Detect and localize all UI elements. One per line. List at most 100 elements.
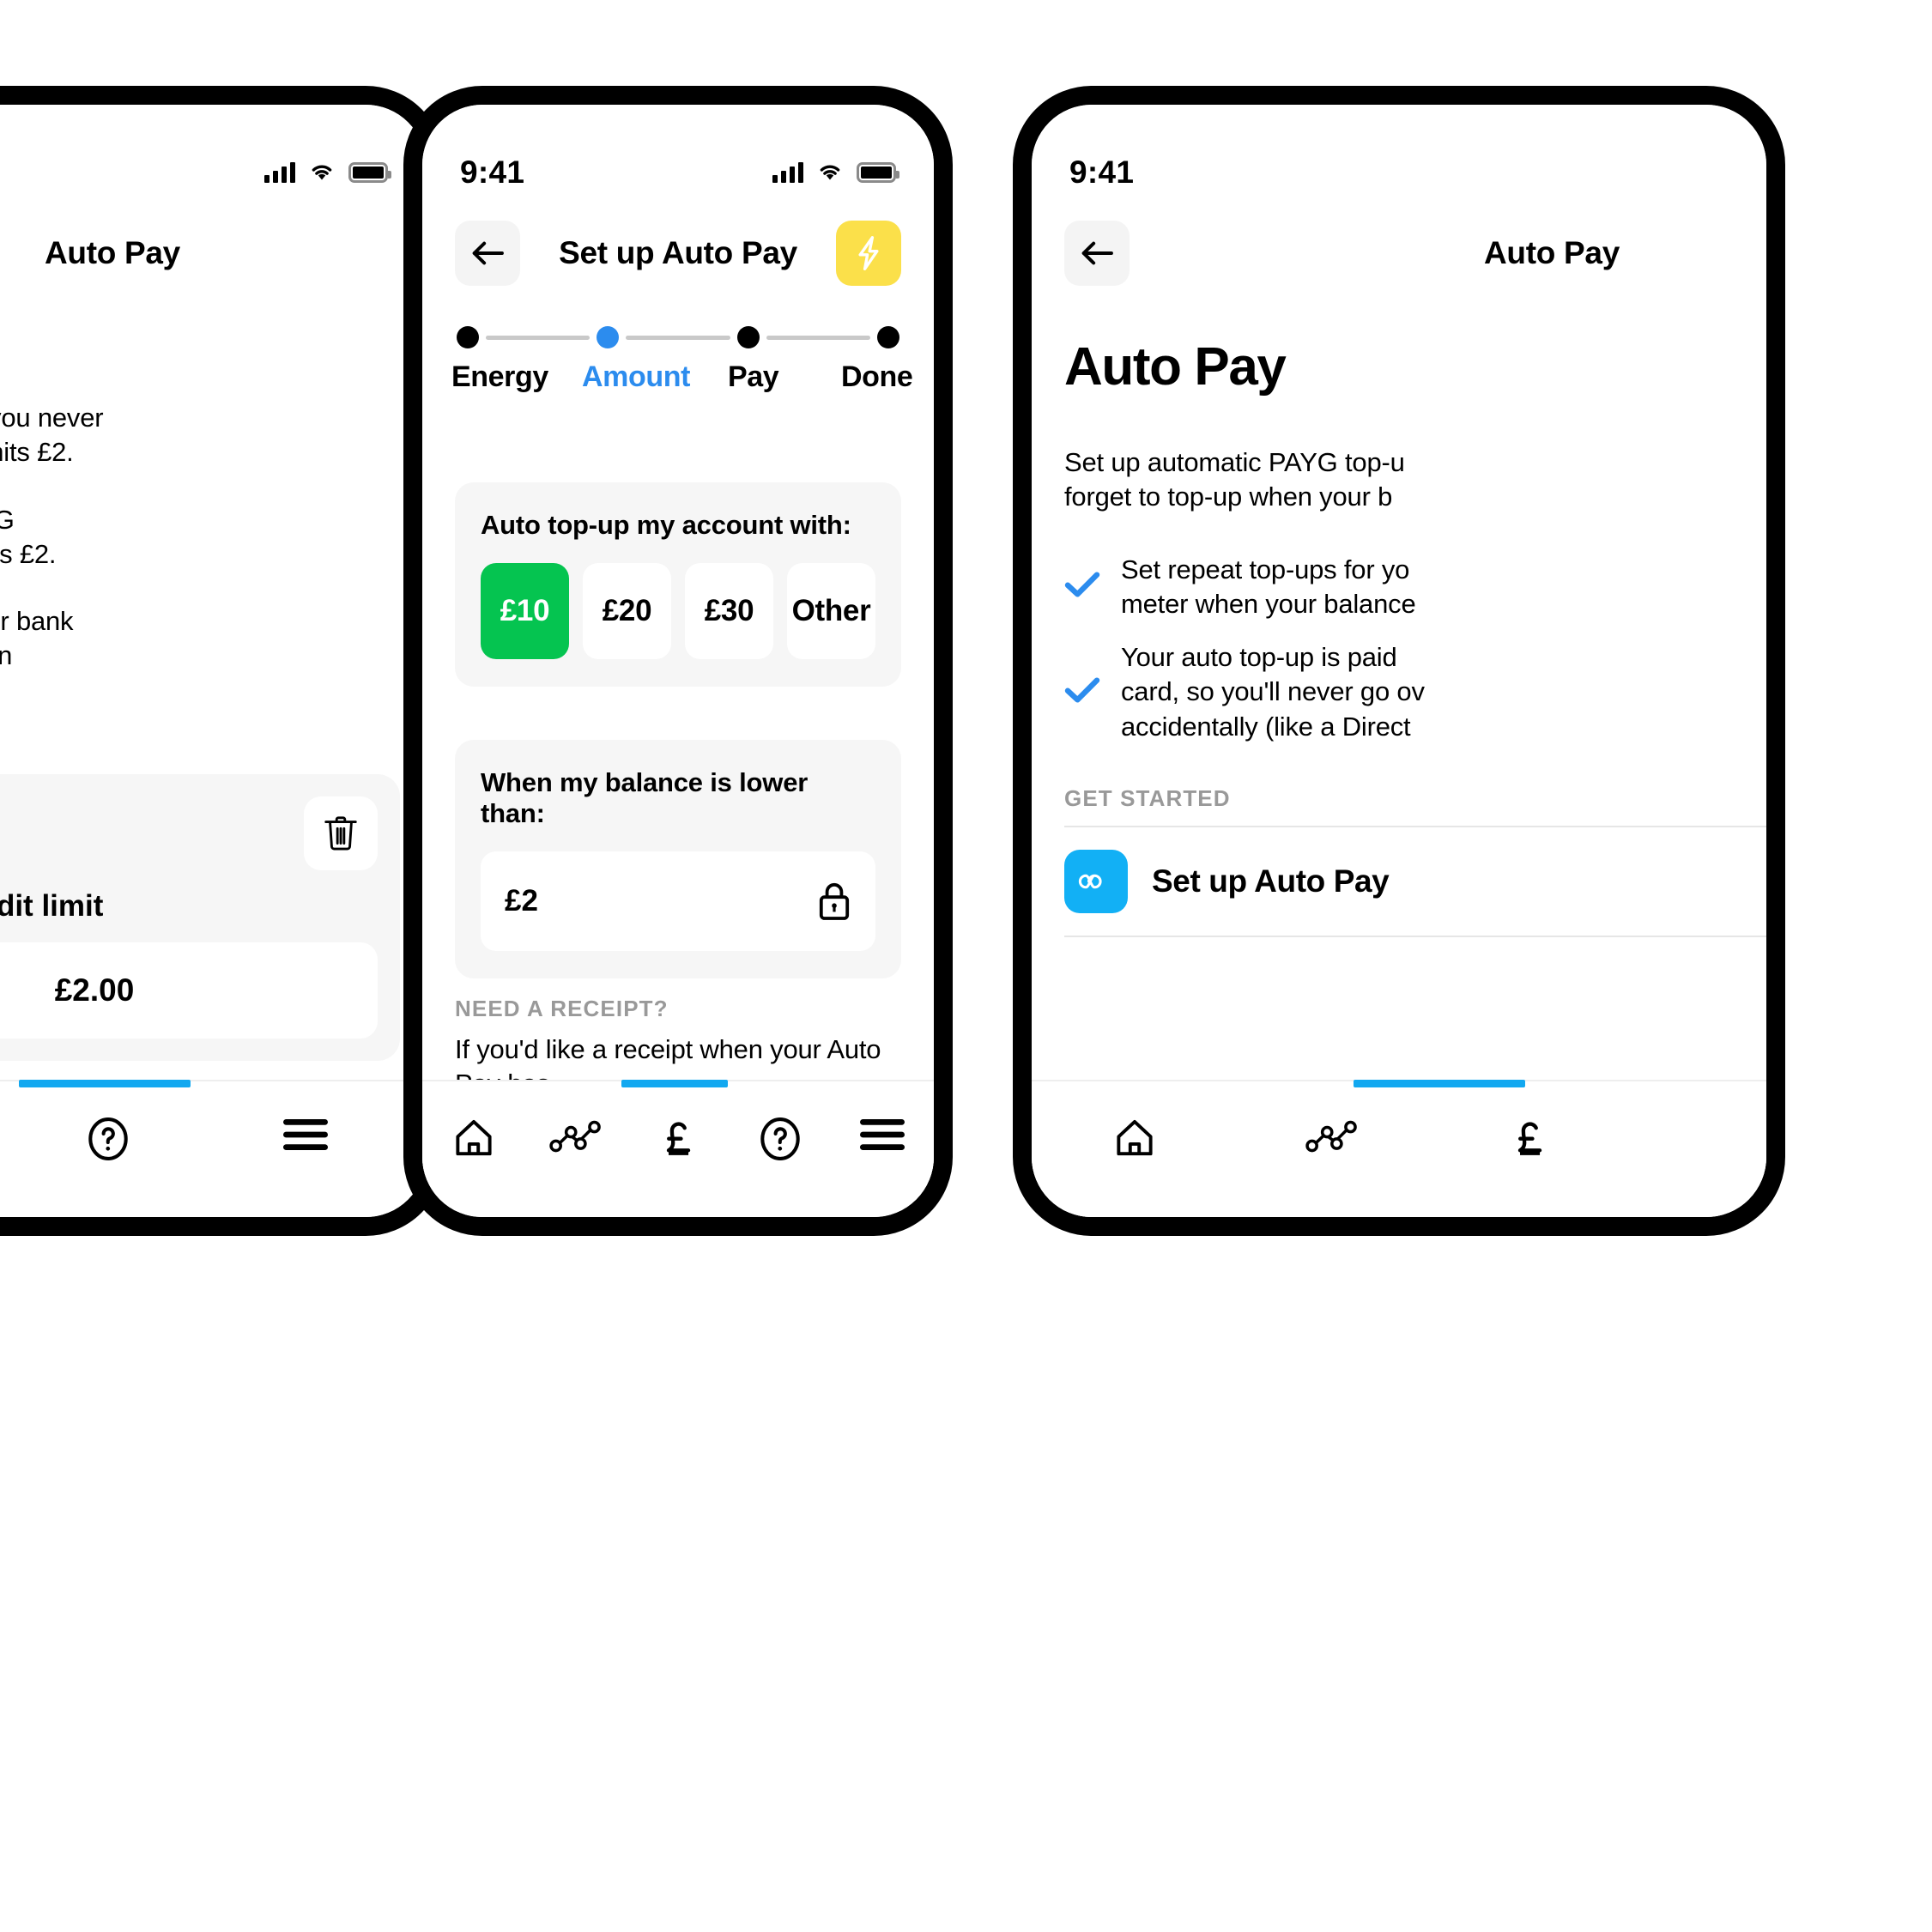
tab-usage[interactable] [1289,1116,1375,1155]
tab-active-indicator-left [19,1080,191,1087]
pound-icon [666,1122,691,1155]
stepper-label-done: Done [841,360,913,393]
left-body-text: c PAYG top-ups so you never when your ba… [0,401,400,708]
stepper-node-done[interactable] [876,326,899,348]
nav-bar-left: Auto Pay [0,206,426,300]
list-item-set-up-auto-pay[interactable]: Set up Auto Pay [1064,826,1766,938]
tab-help[interactable] [737,1116,823,1162]
right-content: Auto Pay Set up automatic PAYG top-u for… [1064,336,1766,938]
stepper-labels: Energy Amount Pay Done [451,360,913,394]
battery-icon [857,161,899,183]
stepper-label-pay: Pay [728,360,779,393]
phone-center-screen: 9:41 Set up Auto Pay Energy Amount Pay D… [422,105,934,1217]
tab-payments[interactable] [1487,1116,1572,1164]
benefit-item-1: Set repeat top-ups for yo meter when you… [1064,553,1766,622]
left-paragraph-1: c PAYG top-ups so you never when your ba… [0,403,104,468]
quick-action-button[interactable] [836,221,901,286]
amount-option-10[interactable]: £10 [481,563,569,659]
status-time: 9:41 [460,154,525,190]
page-title-left: Auto Pay [45,235,180,270]
stepper-label-amount: Amount [582,360,691,393]
tab-payments[interactable] [635,1116,721,1164]
hamburger-menu-icon [283,1119,328,1150]
balance-threshold-field[interactable]: £2 [481,851,875,951]
home-icon [456,1119,492,1156]
topup-amount-options: £10 £20 £30 Other [481,563,875,659]
check-icon [1064,570,1100,603]
status-icons [264,161,391,183]
tab-usage[interactable] [533,1116,619,1155]
status-bar-left [0,105,426,203]
phone-center: 9:41 Set up Auto Pay Energy Amount Pay D… [403,86,953,1236]
stepper-line-2 [626,335,730,340]
question-circle-icon [760,1117,800,1160]
nav-bar-center: Set up Auto Pay [422,206,934,300]
question-circle-icon [88,1117,128,1160]
stepper-line-3 [766,335,870,340]
progress-stepper: Energy Amount Pay Done [451,326,913,394]
topup-amount-title: Auto top-up my account with: [481,510,851,540]
tab-active-indicator-right [1354,1080,1525,1087]
home-icon [1117,1119,1153,1156]
wifi-icon [820,165,840,179]
page-title-center: Set up Auto Pay [559,235,797,270]
credit-limit-title: Credit limit [0,889,104,923]
stepper-node-amount[interactable] [597,326,620,348]
benefits-list: Set repeat top-ups for yo meter when you… [1064,553,1766,744]
cellular-signal-icon [264,161,295,183]
stepper-node-pay[interactable] [736,326,760,348]
tab-menu[interactable] [263,1116,348,1154]
stepper-node-energy[interactable] [457,326,479,348]
pound-icon [1517,1122,1542,1155]
phone-right-screen: 9:41 Auto Pay Auto Pay Set up automatic … [1032,105,1766,1217]
balance-threshold-card: When my balance is lower than: £2 [455,740,901,978]
stepper-line-1 [486,335,591,340]
arrow-left-icon [472,241,504,265]
status-icons [772,161,899,183]
credit-limit-card: Credit limit £2.00 [0,774,400,1061]
credit-limit-row: £2.00 [0,942,378,1039]
battery-icon [348,161,391,183]
benefit-item-2: Your auto top-up is paid card, so you'll… [1064,640,1766,744]
receipt-eyebrow: NEED A RECEIPT? [455,996,669,1021]
check-icon [1064,675,1100,709]
back-button[interactable] [455,221,520,286]
left-paragraph-2: op-ups for your PAYG your balance reache… [0,505,57,569]
phone-right: 9:41 Auto Pay Auto Pay Set up automatic … [1013,86,1785,1236]
benefit-text-2: Your auto top-up is paid card, so you'll… [1121,642,1425,742]
phone-left-screen: Auto Pay c PAYG top-ups so you never whe… [0,105,426,1217]
trash-icon [324,816,357,851]
cellular-signal-icon [772,161,803,183]
intro-paragraph: Set up automatic PAYG top-u forget to to… [1064,447,1405,512]
screenshot-stage: Auto Pay c PAYG top-ups so you never whe… [0,0,1932,1932]
stepper-track [457,326,899,348]
credit-limit-value[interactable]: £2.00 [0,942,378,1039]
hamburger-menu-icon [860,1119,905,1150]
tab-menu[interactable] [839,1116,925,1154]
topup-amount-card: Auto top-up my account with: £10 £20 £30… [455,482,901,687]
usage-graph-icon [1305,1120,1357,1153]
back-button[interactable] [1064,221,1130,286]
status-time: 9:41 [1069,154,1135,190]
wifi-icon [312,165,332,179]
page-heading: Auto Pay [1064,337,1287,397]
amount-option-other[interactable]: Other [787,563,875,659]
list-item-label: Set up Auto Pay [1152,863,1390,899]
tab-bar-left [0,1080,426,1217]
delete-button[interactable] [304,796,378,870]
balance-threshold-title: When my balance is lower than: [481,767,809,828]
tab-home[interactable] [431,1116,517,1160]
infinity-icon [1078,874,1102,889]
amount-option-20[interactable]: £20 [583,563,671,659]
left-paragraph-3: p-up is paid with your bank ll never go … [0,606,74,670]
lightning-bolt-icon [858,236,879,270]
tab-help[interactable] [65,1116,151,1162]
amount-option-30[interactable]: £30 [685,563,773,659]
stepper-label-energy: Energy [451,360,548,393]
infinity-icon-wrapper [1064,850,1128,914]
usage-graph-icon [549,1120,601,1153]
tab-home[interactable] [1092,1116,1178,1160]
nav-bar-right: Auto Pay [1032,206,1766,300]
tab-bar-center [422,1080,934,1217]
status-bar-right: 9:41 [1032,105,1766,203]
